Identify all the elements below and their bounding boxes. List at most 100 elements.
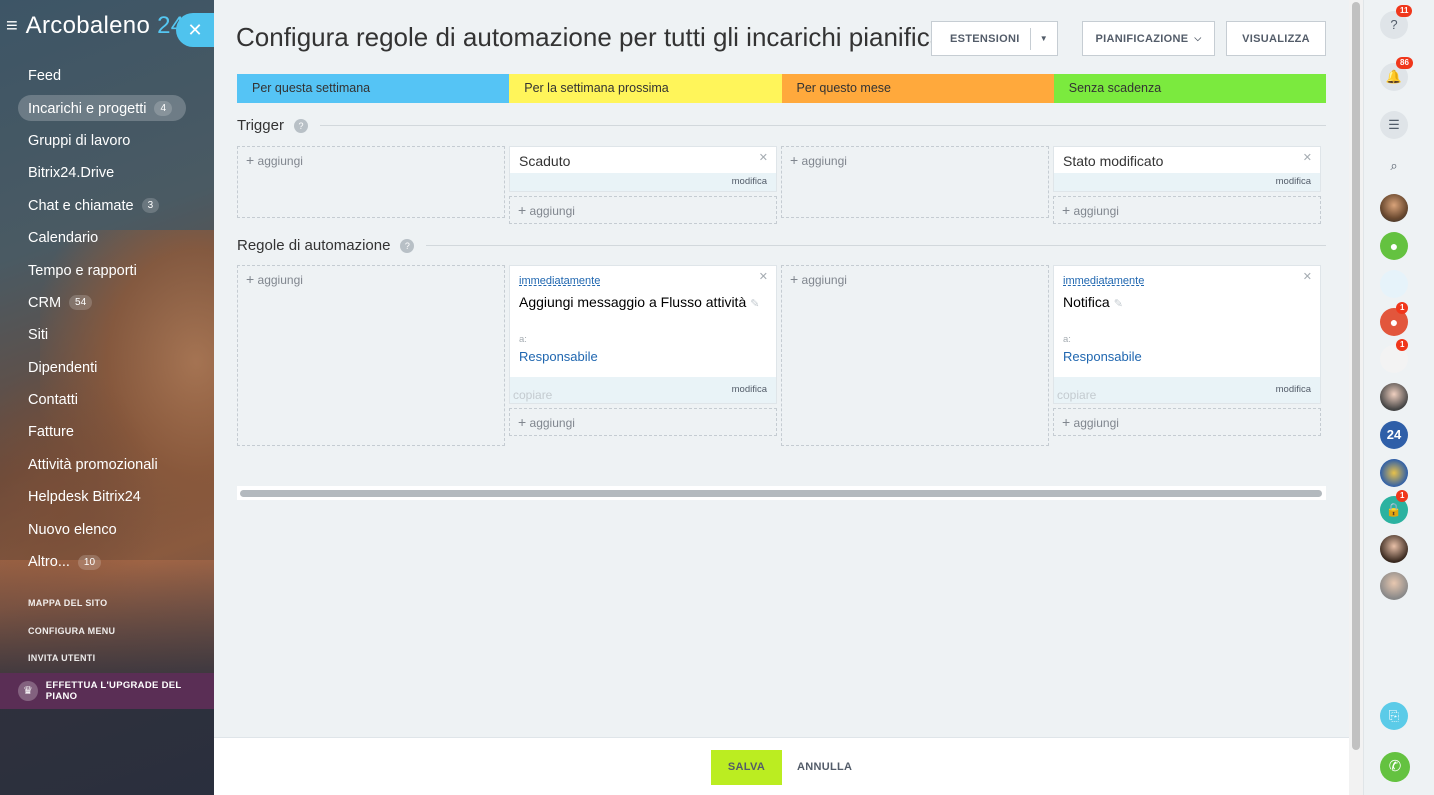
phone-icon[interactable]: ✆: [1380, 752, 1410, 782]
add-rule-button[interactable]: + aggiungi: [509, 408, 777, 436]
add-trigger-button[interactable]: + aggiungi: [238, 147, 504, 175]
user-badge: 1: [1396, 302, 1409, 314]
scrollbar-thumb[interactable]: [240, 490, 1322, 497]
divider: [426, 245, 1326, 246]
save-button[interactable]: SALVA: [711, 750, 782, 785]
recipient-value[interactable]: Responsabile: [510, 345, 776, 377]
sidebar-item[interactable]: Fatture: [0, 416, 214, 448]
help-icon[interactable]: ?: [293, 118, 308, 133]
hamburger-icon[interactable]: ≡: [6, 16, 18, 36]
group-avatar-icon[interactable]: 1: [1380, 339, 1409, 373]
group-avatar-2[interactable]: [1380, 459, 1408, 487]
pencil-icon[interactable]: ✎: [750, 298, 759, 310]
cancel-button[interactable]: ANNULLA: [797, 750, 852, 785]
counter-badge: 3: [141, 198, 160, 214]
triggers-title: Trigger: [237, 117, 284, 134]
lock-badge: 1: [1396, 490, 1409, 502]
secondary-menu: MAPPA DEL SITO CONFIGURA MENU INVITA UTENT…: [28, 596, 115, 679]
logo[interactable]: Arcobaleno 24: [26, 12, 185, 40]
view-label: VISUALIZZA: [1242, 32, 1310, 45]
sidebar-item-label: Dipendenti: [28, 359, 98, 376]
trigger-column: + aggiungi: [781, 146, 1049, 218]
sidebar-item-label: Chat e chiamate: [28, 197, 134, 214]
close-icon[interactable]: ✕: [1303, 151, 1312, 164]
trigger-title: Scaduto: [519, 153, 571, 169]
upgrade-plan-button[interactable]: ♛ EFFETTUA L'UPGRADE DEL PIANO: [0, 673, 214, 709]
sidebar-item[interactable]: Gruppi di lavoro: [0, 125, 214, 157]
vertical-scrollbar[interactable]: [1349, 0, 1363, 795]
add-rule-button[interactable]: + aggiungi: [782, 266, 1048, 294]
sidebar-item[interactable]: Tempo e rapporti: [0, 254, 214, 286]
sidebar-item[interactable]: Chat e chiamate 3: [0, 190, 214, 222]
bot-avatar-icon[interactable]: [1380, 270, 1408, 298]
card-footer: copiare modifica: [1054, 377, 1320, 403]
sidebar-item[interactable]: Contatti: [0, 384, 214, 416]
close-icon[interactable]: ✕: [1303, 270, 1312, 283]
add-trigger-button[interactable]: + aggiungi: [782, 147, 1048, 175]
rule-card[interactable]: ✕ immediatamente Aggiungi messaggio a Fl…: [509, 265, 777, 404]
sidebar-item[interactable]: Incarichi e progetti 4: [0, 92, 214, 124]
user-avatar-default-icon[interactable]: ●: [1380, 232, 1408, 260]
sidebar-item[interactable]: Dipendenti: [0, 352, 214, 384]
sidebar-small-link[interactable]: CONFIGURA MENU: [28, 624, 115, 652]
user-avatar-default-icon[interactable]: ● 1: [1380, 302, 1409, 336]
edit-link[interactable]: modifica: [1276, 176, 1311, 187]
close-icon[interactable]: ✕: [759, 151, 768, 164]
chevron-down-icon: ⌵: [1194, 33, 1202, 43]
group-badge: 1: [1396, 339, 1409, 351]
copy-link[interactable]: copiare: [513, 382, 552, 408]
sidebar-small-link[interactable]: MAPPA DEL SITO: [28, 596, 115, 624]
add-trigger-button[interactable]: + aggiungi: [1053, 196, 1321, 224]
add-rule-button[interactable]: + aggiungi: [238, 266, 504, 294]
rule-column: + aggiungi: [237, 265, 505, 446]
close-icon[interactable]: ✕: [759, 270, 768, 283]
help-icon[interactable]: ?: [400, 238, 415, 253]
timeman-icon[interactable]: ⎘: [1380, 702, 1408, 730]
close-icon: ✕: [187, 20, 203, 40]
extensions-button[interactable]: ESTENSIONI ▼: [931, 21, 1058, 56]
sidebar-item[interactable]: Feed: [0, 60, 214, 92]
trigger-card[interactable]: ✕ Scaduto modifica: [509, 146, 777, 192]
add-label: aggiungi: [801, 154, 847, 168]
sidebar-item[interactable]: Helpdesk Bitrix24: [0, 481, 214, 513]
edit-link[interactable]: modifica: [732, 176, 767, 187]
horizontal-scrollbar[interactable]: [237, 486, 1326, 500]
close-slider-button[interactable]: ✕: [176, 13, 214, 47]
page-title: Configura regole di automazione per tutt…: [236, 22, 958, 52]
delay-link[interactable]: immediatamente: [510, 266, 776, 287]
search-icon[interactable]: ⌕: [1380, 152, 1408, 180]
rule-card[interactable]: ✕ immediatamente Notifica ✎ a: Responsabi…: [1053, 265, 1321, 404]
recipient-value[interactable]: Responsabile: [1054, 345, 1320, 377]
notifications-badge: 86: [1396, 57, 1413, 69]
sidebar-item[interactable]: Calendario: [0, 222, 214, 254]
sidebar-item[interactable]: CRM 54: [0, 287, 214, 319]
delay-link[interactable]: immediatamente: [1054, 266, 1320, 287]
add-rule-button[interactable]: + aggiungi: [1053, 408, 1321, 436]
scrollbar-thumb[interactable]: [1352, 2, 1360, 750]
bell-icon[interactable]: 🔔 86: [1380, 57, 1413, 91]
lock-icon[interactable]: 🔒 1: [1380, 490, 1409, 524]
copy-link[interactable]: copiare: [1057, 382, 1096, 408]
sidebar-item-label: Feed: [28, 68, 62, 85]
user-avatar-4[interactable]: [1380, 572, 1408, 600]
view-button[interactable]: VISUALIZZA: [1226, 21, 1326, 56]
add-label: aggiungi: [801, 273, 847, 287]
pencil-icon[interactable]: ✎: [1114, 298, 1123, 310]
edit-link[interactable]: modifica: [1276, 384, 1311, 395]
sidebar-item[interactable]: Bitrix24.Drive: [0, 157, 214, 189]
chat-icon[interactable]: ☰: [1380, 111, 1408, 139]
sidebar-item[interactable]: Siti: [0, 319, 214, 351]
caret-down-icon[interactable]: ▼: [1040, 34, 1048, 43]
user-avatar-1[interactable]: [1380, 194, 1408, 222]
sidebar-item[interactable]: Altro... 10: [0, 546, 214, 578]
user-avatar-2[interactable]: [1380, 383, 1408, 411]
edit-link[interactable]: modifica: [732, 384, 767, 395]
sidebar-item[interactable]: Attività promozionali: [0, 449, 214, 481]
trigger-card[interactable]: ✕ Stato modificato modifica: [1053, 146, 1321, 192]
user-avatar-3[interactable]: [1380, 535, 1408, 563]
help-icon[interactable]: ? 11: [1380, 5, 1413, 39]
add-trigger-button[interactable]: + aggiungi: [509, 196, 777, 224]
sidebar-item[interactable]: Nuovo elenco: [0, 513, 214, 545]
bitrix24-avatar[interactable]: 24: [1380, 421, 1408, 449]
planning-button[interactable]: PIANIFICAZIONE ⌵: [1082, 21, 1215, 56]
